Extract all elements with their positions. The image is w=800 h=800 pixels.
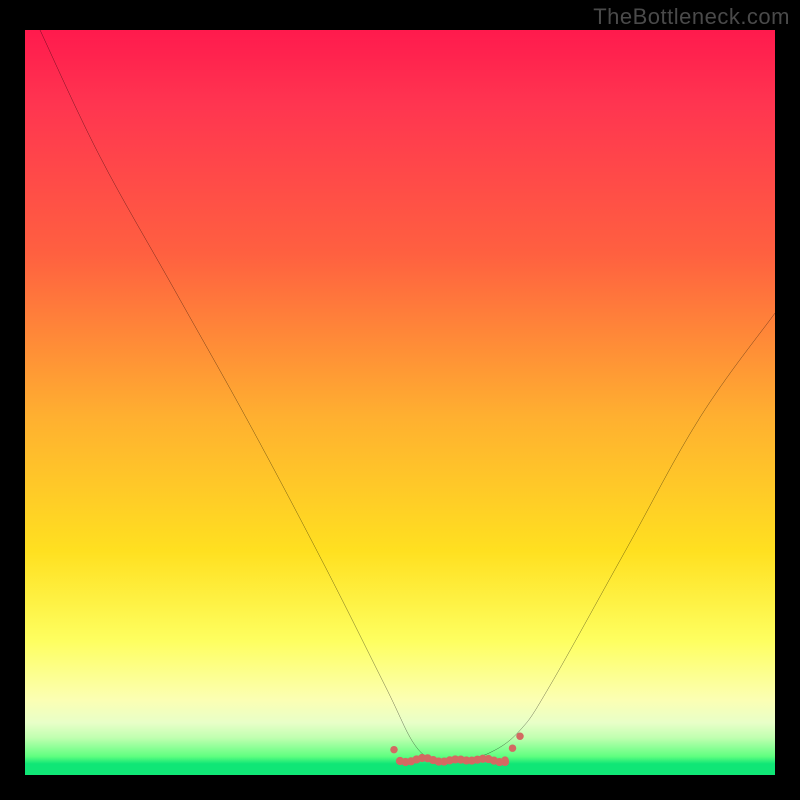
chart-frame: TheBottleneck.com — [0, 0, 800, 800]
valley-dots — [25, 30, 775, 775]
watermark-text: TheBottleneck.com — [593, 4, 790, 30]
